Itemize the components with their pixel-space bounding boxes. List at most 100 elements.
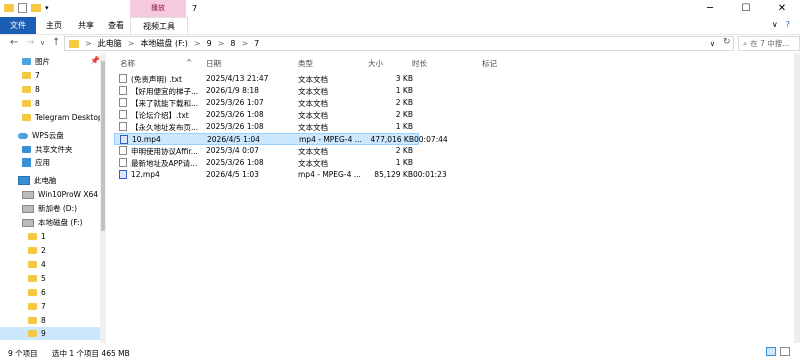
file-date: 2025/3/26 1:08 [206,110,264,119]
file-name: 【好用便宜的梯子... [131,87,199,96]
nav-label: Win10ProW X64 (C [38,190,100,199]
video-file-icon [120,135,128,144]
forward-button[interactable]: → [26,37,34,48]
file-date: 2026/4/5 1:03 [206,170,259,179]
nav-item-f-6[interactable]: 6 [0,286,100,299]
maximize-button[interactable]: ☐ [728,0,764,17]
nav-item-7[interactable]: 7 [0,69,100,82]
nav-item-drive-f[interactable]: 本地磁盘 (F:) [0,216,100,229]
column-date[interactable]: 日期 [206,58,221,69]
nav-label: 新加卷 (D:) [38,204,78,213]
text-file-icon [119,98,127,107]
close-button[interactable]: ✕ [764,0,800,17]
search-box[interactable]: ⌕ 在 7 中搜... [738,36,800,51]
tab-home[interactable]: 主页 [40,17,68,34]
tab-share[interactable]: 共享 [72,17,100,34]
column-size[interactable]: 大小 [368,58,383,69]
nav-scrollbar-thumb[interactable] [101,61,105,231]
file-name: 申明使用协议Affir... [131,147,198,156]
nav-label: WPS云盘 [32,131,64,140]
qat-dropdown-icon[interactable]: ▾ [45,4,51,13]
file-date: 2026/1/9 8:18 [206,86,259,95]
ribbon-collapse-icon[interactable]: ∨ [772,20,778,29]
file-size: 2 KB [395,110,413,119]
file-row[interactable]: 【论坛介绍】.txt 2025/3/26 1:08 文本文档 2 KB [114,109,714,121]
breadcrumb-8[interactable]: 8 [230,39,235,48]
nav-item-f-1[interactable]: 1 [0,230,100,243]
help-icon[interactable]: ? [786,20,790,29]
file-row[interactable]: 【好用便宜的梯子... 2026/1/9 8:18 文本文档 1 KB [114,85,714,97]
nav-item-shared-folder[interactable]: 共享文件夹 [0,143,100,156]
nav-item-drive-c[interactable]: Win10ProW X64 (C [0,188,100,201]
file-size: 1 KB [395,158,413,167]
search-placeholder: 在 7 中搜... [750,39,790,48]
file-type: 文本文档 [298,99,328,108]
nav-item-f-8[interactable]: 8 [0,314,100,327]
address-bar[interactable]: > 此电脑 > 本地磁盘 (F:) > 9 > 8 > 7 ∨ [64,36,734,51]
nav-item-telegram[interactable]: Telegram Desktop [0,111,100,124]
file-size: 85,129 KB [374,170,413,179]
tab-video-tools[interactable]: 视频工具 [130,17,188,34]
breadcrumb-drive-f[interactable]: 本地磁盘 (F:) [140,38,187,49]
back-button[interactable]: ← [10,37,18,48]
file-row[interactable]: 最新地址及APP请... 2025/3/26 1:08 文本文档 1 KB [114,157,714,169]
nav-item-8b[interactable]: 8 [0,97,100,110]
nav-item-wps-cloud[interactable]: WPS云盘 [0,129,100,142]
nav-item-8[interactable]: 8 [0,83,100,96]
selection-info: 选中 1 个项目 465 MB [52,349,130,358]
nav-item-f-7[interactable]: 7 [0,300,100,313]
nav-item-f-2[interactable]: 2 [0,244,100,257]
column-name[interactable]: 名称 [120,58,135,69]
nav-label: 1 [41,232,46,241]
folder-icon [69,39,79,48]
file-date: 2025/3/4 0:07 [206,146,259,155]
nav-item-f-9[interactable]: 9 [0,327,100,340]
file-length: 00:07:44 [414,135,448,144]
refresh-button[interactable]: ↻ [723,37,731,47]
breadcrumb-7[interactable]: 7 [254,39,259,48]
nav-item-f-5[interactable]: 5 [0,272,100,285]
file-row[interactable]: 申明使用协议Affir... 2025/3/4 0:07 文本文档 2 KB [114,145,714,157]
column-type[interactable]: 类型 [298,58,313,69]
nav-item-apps[interactable]: 应用 [0,156,100,169]
context-tab-play[interactable]: 播放 [130,0,186,17]
ribbon-tabs: 文件 主页 共享 查看 视频工具 ∨ ? [0,17,800,35]
file-size: 2 KB [395,98,413,107]
up-button[interactable]: ↑ [52,37,60,48]
minimize-button[interactable]: ─ [692,0,728,17]
breadcrumb-separator: > [85,39,92,48]
tab-file[interactable]: 文件 [0,17,36,34]
file-row-selected[interactable]: 10.mp4 2026/4/5 1:04 mp4 - MPEG-4 ... 47… [114,133,448,145]
breadcrumb-9[interactable]: 9 [207,39,212,48]
new-folder-icon[interactable] [31,4,41,12]
large-icons-view-icon[interactable] [780,347,790,356]
file-size: 3 KB [395,74,413,83]
nav-item-drive-d[interactable]: 新加卷 (D:) [0,202,100,215]
tab-view[interactable]: 查看 [102,17,130,34]
details-view-icon[interactable] [766,347,776,356]
nav-item-f-4[interactable]: 4 [0,258,100,271]
file-row[interactable]: 【永久地址发布页... 2025/3/26 1:08 文本文档 1 KB [114,121,714,133]
text-file-icon [119,86,127,95]
recent-locations-button[interactable]: ∨ [40,39,45,47]
pin-icon[interactable]: 📌 [90,56,100,65]
file-name: 【永久地址发布页... [131,123,199,132]
properties-icon[interactable] [18,3,27,13]
breadcrumb-separator: > [217,39,225,48]
file-row[interactable]: (免责声明) .txt 2025/4/13 21:47 文本文档 3 KB [114,73,714,85]
nav-item-pictures[interactable]: 图片 [0,55,100,68]
address-row: ← → ∨ ↑ > 此电脑 > 本地磁盘 (F:) > 9 > 8 > 7 ∨ … [0,35,800,53]
file-row[interactable]: 【来了就能下载和... 2025/3/26 1:07 文本文档 2 KB [114,97,714,109]
column-tags[interactable]: 标记 [482,58,497,69]
column-length[interactable]: 时长 [412,58,427,69]
drive-icon [22,204,34,213]
file-row[interactable]: 12.mp4 2026/4/5 1:03 mp4 - MPEG-4 ... 85… [114,169,714,181]
breadcrumb-separator: > [241,39,249,48]
address-dropdown-icon[interactable]: ∨ [710,40,715,48]
folder-icon [22,72,31,79]
folder-icon[interactable] [4,4,14,12]
file-name: 【来了就能下载和... [131,99,199,108]
ribbon-right-controls: ∨ ? [772,20,790,29]
nav-item-this-pc[interactable]: 此电脑 [0,174,100,187]
breadcrumb-this-pc[interactable]: 此电脑 [98,38,122,49]
